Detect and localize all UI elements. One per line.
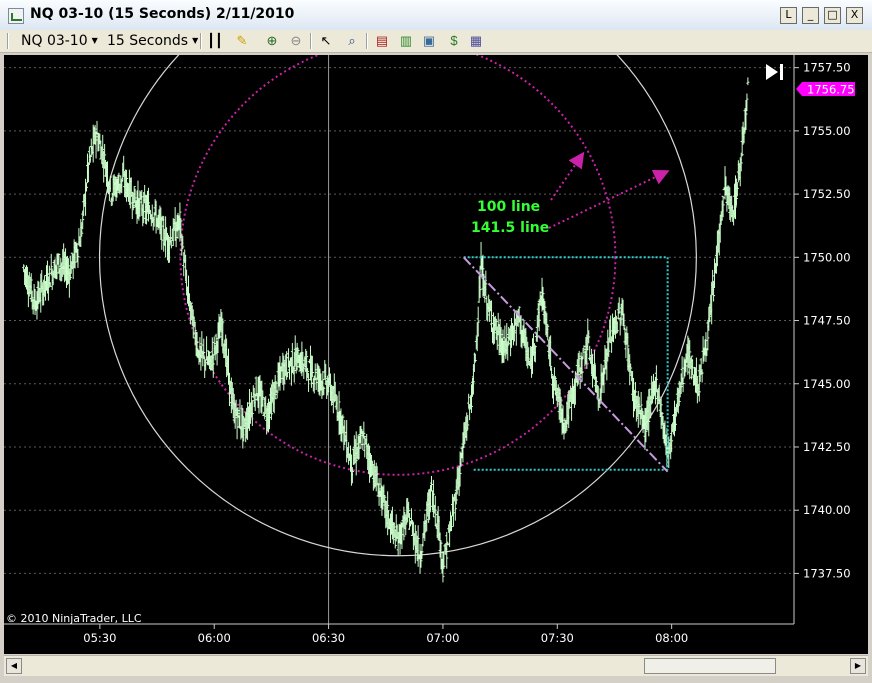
toolbar-separator [310, 33, 312, 49]
zoom-in-icon[interactable]: ⊕ [264, 33, 280, 49]
template-icon[interactable]: ▦ [468, 33, 484, 49]
annotation-arrow-141 [548, 169, 670, 229]
circle-100-line [179, 38, 617, 476]
strategies-icon[interactable]: ▥ [398, 33, 414, 49]
title-bar[interactable]: NQ 03-10 (15 Seconds) 2/11/2010 L _ □ X [0, 0, 872, 31]
copyright-text: © 2010 NinjaTrader, LLC [6, 612, 142, 625]
annotation-141-line: 141.5 line [471, 220, 549, 236]
jump-to-end-icon[interactable] [766, 64, 783, 80]
y-tick-label: 1755.00 [803, 124, 851, 138]
toolbar-grip [7, 33, 9, 49]
drawing-pencil-icon[interactable]: ✎ [234, 33, 250, 49]
horizontal-scrollbar[interactable]: ◀ ▶ [4, 655, 868, 676]
y-tick-label: 1742.50 [803, 440, 851, 454]
annotation-arrow-100 [550, 151, 585, 201]
x-tick-label: 06:30 [312, 631, 345, 645]
y-tick-label: 1757.50 [803, 61, 851, 75]
annotation-100-line: 100 line [477, 199, 540, 215]
y-tick-label: 1737.50 [803, 566, 851, 580]
indicators-icon[interactable]: ▤ [374, 33, 390, 49]
minimize-button[interactable]: _ [802, 7, 819, 24]
last-price-label: 1756.75 [807, 83, 855, 97]
zoom-out-icon[interactable]: ⊖ [288, 33, 304, 49]
scroll-thumb[interactable] [644, 658, 776, 674]
chart-properties-icon[interactable]: ▣ [421, 33, 437, 49]
toolbar-separator [366, 33, 368, 49]
x-tick-label: 07:30 [541, 631, 574, 645]
x-tick-label: 08:00 [655, 631, 688, 645]
link-button[interactable]: L [780, 7, 797, 24]
y-tick-label: 1745.00 [803, 377, 851, 391]
chevron-down-icon: ▼ [192, 36, 199, 45]
interval-selector[interactable]: 15 Seconds ▼ [107, 32, 198, 50]
chart-toolbar: NQ 03-10 ▼ 15 Seconds ▼ ┃┃ ✎ ⊕ ⊖ ↖ ⌕ ▤ ▥ ▣… [0, 30, 872, 53]
chart-window: NQ 03-10 (15 Seconds) 2/11/2010 L _ □ X … [0, 0, 872, 683]
app-icon [8, 8, 24, 24]
x-tick-label: 05:30 [83, 631, 116, 645]
x-tick-label: 07:00 [426, 631, 459, 645]
instrument-selector[interactable]: NQ 03-10 ▼ [21, 32, 98, 50]
instrument-label: NQ 03-10 [21, 33, 88, 49]
close-button[interactable]: X [846, 7, 863, 24]
price-axis [794, 55, 868, 654]
retracement-diagonal [462, 256, 669, 473]
scroll-right-icon[interactable]: ▶ [850, 658, 866, 674]
scroll-left-icon[interactable]: ◀ [6, 658, 22, 674]
chart-canvas: 1757.50 1755.00 1752.50 1750.00 1747.50 1745.… [4, 0, 868, 654]
search-icon[interactable]: ⌕ [344, 33, 360, 49]
maximize-button[interactable]: □ [824, 7, 841, 24]
pointer-icon[interactable]: ↖ [318, 33, 334, 49]
bar-type-icon[interactable]: ┃┃ [207, 33, 223, 49]
price-chart[interactable]: 1757.50 1755.00 1752.50 1750.00 1747.50 1745.… [4, 0, 868, 654]
window-title: NQ 03-10 (15 Seconds) 2/11/2010 [30, 6, 295, 22]
y-tick-label: 1752.50 [803, 187, 851, 201]
toolbar-separator [200, 33, 202, 49]
chevron-down-icon: ▼ [91, 36, 98, 45]
dollar-icon[interactable]: $ [446, 33, 462, 49]
y-tick-label: 1747.50 [803, 314, 851, 328]
x-tick-label: 06:00 [198, 631, 231, 645]
y-tick-label: 1750.00 [803, 250, 851, 264]
y-tick-label: 1740.00 [803, 503, 851, 517]
last-price-marker: 1756.75 [796, 82, 855, 97]
interval-label: 15 Seconds [107, 33, 189, 49]
